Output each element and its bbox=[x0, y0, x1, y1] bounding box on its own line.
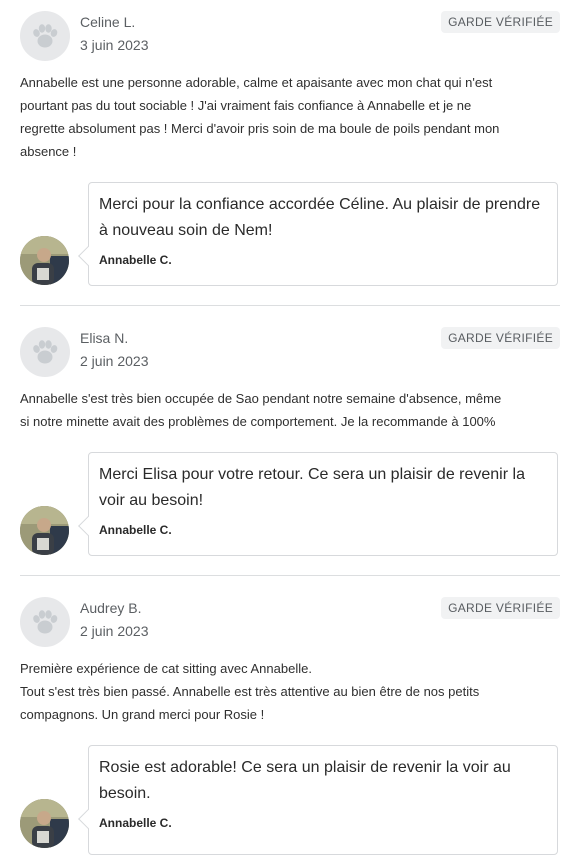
paw-icon bbox=[20, 11, 70, 61]
sitter-reply: Rosie est adorable! Ce sera un plaisir d… bbox=[88, 745, 558, 855]
reply-author: Annabelle C. bbox=[99, 816, 172, 830]
reviewer-name: Audrey B. bbox=[80, 600, 142, 616]
verified-badge: GARDE VÉRIFIÉE bbox=[441, 11, 560, 33]
review-text: Annabelle est une personne adorable, cal… bbox=[20, 75, 500, 159]
paw-icon bbox=[20, 327, 70, 377]
sitter-reply: Merci Elisa pour votre retour. Ce sera u… bbox=[88, 452, 558, 556]
reply-text: Merci Elisa pour votre retour. Ce sera u… bbox=[99, 466, 525, 509]
review-text: Première expérience de cat sitting avec … bbox=[20, 661, 480, 722]
reviewer-name: Celine L. bbox=[80, 14, 136, 30]
reply-text: Rosie est adorable! Ce sera un plaisir d… bbox=[99, 759, 511, 802]
review-date: 2 juin 2023 bbox=[80, 623, 149, 639]
review-date: 2 juin 2023 bbox=[80, 353, 149, 369]
review-item: Audrey B. 2 juin 2023 GARDE VÉRIFIÉE Pre… bbox=[0, 586, 585, 855]
reviewer-name: Elisa N. bbox=[80, 330, 129, 346]
divider bbox=[20, 575, 560, 576]
reply-author: Annabelle C. bbox=[99, 253, 172, 267]
review-item: Celine L. 3 juin 2023 GARDE VÉRIFIÉE Ann… bbox=[0, 0, 585, 306]
sitter-avatar bbox=[20, 506, 69, 555]
review-text: Annabelle s'est très bien occupée de Sao… bbox=[20, 391, 502, 429]
sitter-avatar bbox=[20, 236, 69, 285]
sitter-avatar bbox=[20, 799, 69, 848]
review-item: Elisa N. 2 juin 2023 GARDE VÉRIFIÉE Anna… bbox=[0, 316, 585, 576]
review-date: 3 juin 2023 bbox=[80, 37, 149, 53]
verified-badge: GARDE VÉRIFIÉE bbox=[441, 597, 560, 619]
reply-text: Merci pour la confiance accordée Céline.… bbox=[99, 196, 541, 239]
verified-badge: GARDE VÉRIFIÉE bbox=[441, 327, 560, 349]
divider bbox=[20, 305, 560, 306]
paw-icon bbox=[20, 597, 70, 647]
reply-author: Annabelle C. bbox=[99, 523, 172, 537]
sitter-reply: Merci pour la confiance accordée Céline.… bbox=[88, 182, 558, 286]
